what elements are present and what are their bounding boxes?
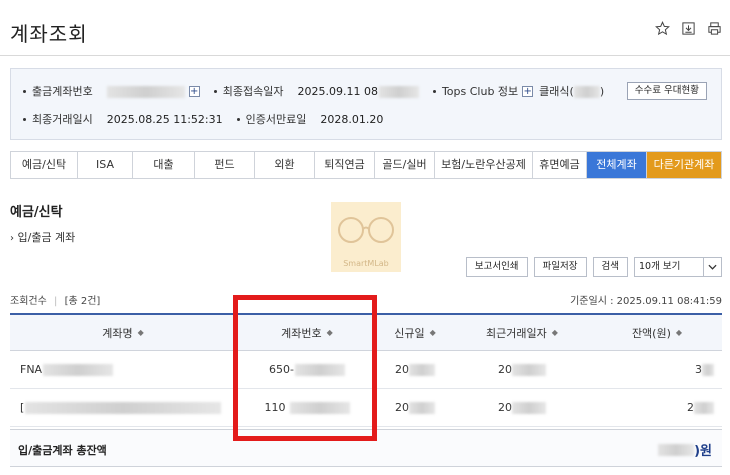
chevron-right-icon: › [10,233,14,244]
tab-dormant[interactable]: 휴면예금 [533,152,587,178]
page-size-value: 10개 보기 [639,261,681,272]
opened-date: 20 [378,351,452,388]
ref-time-label: 기준일시 : [570,296,614,307]
header-last-tx-date[interactable]: 최근거래일자 ◆ [452,315,592,350]
tab-pension[interactable]: 퇴직연금 [315,152,375,178]
watermark-logo: SmartMLab [331,202,401,272]
last-tx-date: 20 [452,351,592,388]
ref-time-value: 2025.09.11 08:41:59 [616,296,722,307]
tops-club-value: 클래식() [539,85,605,98]
sort-icon: ◆ [675,328,683,337]
total-balance-label: 입/출금계좌 총잔액 [18,444,107,457]
tab-insurance[interactable]: 보험/노란우산공제 [435,152,533,178]
opened-date: 20 [378,389,452,426]
header-opened-date[interactable]: 신규일 ◆ [378,315,452,350]
info-row-1: 출금계좌번호 + 최종접속일자 2025.09.11 08 Tops Club … [23,83,604,99]
tab-other-institutions[interactable]: 다른기관계좌 [647,152,721,178]
glasses-icon [338,217,394,243]
last-tx-date: 20 [452,389,592,426]
star-icon[interactable] [654,20,670,36]
last-login-label: 최종접속일자 [222,85,284,98]
count-label: 조회건수 [10,296,47,307]
balance: 2 [592,389,722,426]
tops-club-label: Tops Club 정보 [441,85,519,98]
product-tabs: 예금/신탁 ISA 대출 펀드 외환 퇴직연금 골드/실버 보험/노란우산공제 … [10,151,722,179]
account-no-label: 출금계좌번호 [32,85,93,98]
last-login-value: 2025.09.11 08 [297,85,419,98]
search-button[interactable]: 검색 [592,257,628,277]
fee-benefit-button[interactable]: 수수료 우대현황 [626,82,707,100]
watermark-text: SmartMLab [343,259,389,268]
header-balance[interactable]: 잔액(원) ◆ [592,315,722,350]
sort-icon: ◆ [137,328,144,337]
report-print-button[interactable]: 보고서인쇄 [465,257,528,277]
count-value: [총 2건] [64,296,101,307]
tab-fund[interactable]: 펀드 [195,152,255,178]
cert-expiry-value: 2028.01.20 [320,112,384,126]
balance: 3 [592,351,722,388]
bullet-icon [213,89,217,93]
ref-time: 기준일시 : 2025.09.11 08:41:59 [570,292,722,307]
bullet-icon [23,117,26,121]
tab-all-accounts[interactable]: 전체계좌 [587,152,647,178]
print-icon[interactable] [706,20,722,36]
tab-gold-silver[interactable]: 골드/실버 [375,152,435,178]
page-size-select[interactable]: 10개 보기 [634,257,722,277]
tab-isa[interactable]: ISA [78,152,133,178]
sort-icon: ◆ [551,328,558,337]
bullet-icon [432,89,436,93]
account-name: [ [10,389,236,426]
total-balance-value: )원 [658,440,712,459]
title-bar: 계좌조회 [0,0,730,56]
section-subtitle[interactable]: › 입/출금 계좌 [10,229,75,245]
section-title: 예금/신탁 [10,205,63,220]
account-no-plus-icon[interactable]: + [188,85,200,97]
cert-expiry-label: 인증서만료일 [245,113,307,126]
tab-forex[interactable]: 외환 [255,152,315,178]
top-icons [654,20,722,36]
export-icon[interactable] [680,20,696,36]
bullet-icon [23,89,26,93]
header-account-name[interactable]: 계좌명 ◆ [10,315,236,350]
highlight-box [233,295,377,441]
info-row-2: 최종거래일시 2025.08.25 11:52:31 인증서만료일 2028.0… [23,111,383,127]
page-title: 계좌조회 [10,22,88,46]
account-no-value [106,85,185,98]
account-name: FNA [10,351,236,388]
tab-deposit-trust[interactable]: 예금/신탁 [11,152,78,178]
account-info-box: 출금계좌번호 + 최종접속일자 2025.09.11 08 Tops Club … [10,68,722,140]
last-tx-value: 2025.08.25 11:52:31 [106,112,223,126]
action-buttons: 보고서인쇄 파일저장 검색 10개 보기 [465,257,722,277]
tops-club-plus-icon[interactable]: + [522,85,534,97]
last-tx-label: 최종거래일시 [32,113,93,126]
chevron-down-icon [703,258,721,276]
tab-loan[interactable]: 대출 [133,152,195,178]
sort-icon: ◆ [429,328,436,337]
save-file-button[interactable]: 파일저장 [533,257,587,277]
bullet-icon [236,117,240,121]
